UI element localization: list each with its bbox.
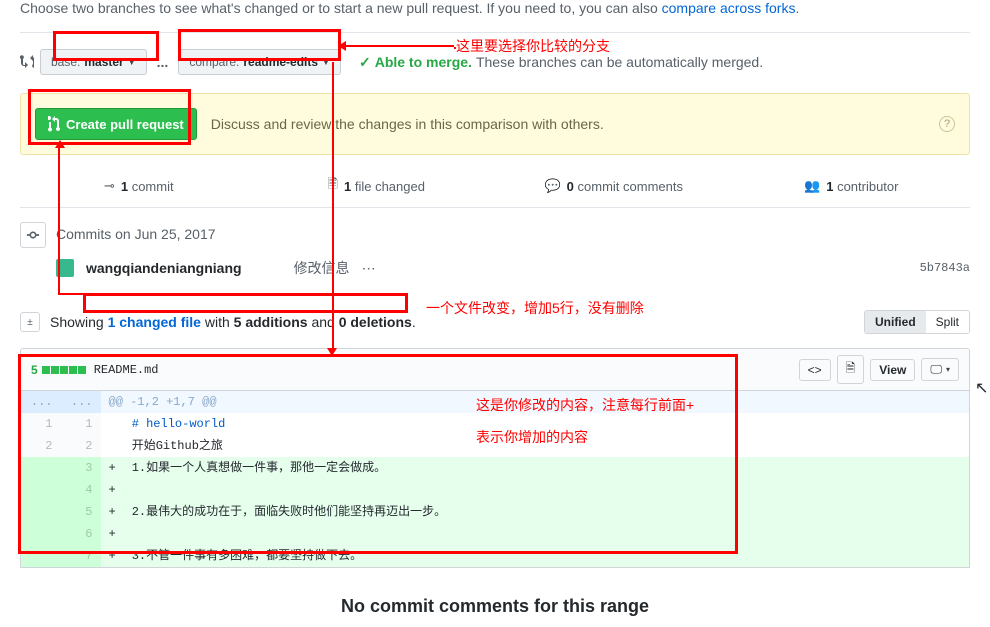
- split-toggle[interactable]: Split: [926, 311, 969, 333]
- caret-down-icon: ▼: [128, 58, 136, 67]
- pr-icon: [48, 116, 60, 132]
- pr-banner: Create pull request Discuss and review t…: [20, 93, 970, 155]
- compare-icon: [20, 53, 34, 72]
- commit-author[interactable]: wangqiandeniangniang: [86, 260, 242, 276]
- stat-contributors[interactable]: 👥 1 contributor: [733, 165, 971, 207]
- commit-message[interactable]: 修改信息: [294, 258, 350, 278]
- create-pr-button[interactable]: Create pull request: [35, 108, 197, 140]
- file-icon: 🗎: [328, 175, 338, 197]
- commit-hash[interactable]: 5b7843a: [920, 261, 970, 275]
- caret-down-icon: ▼: [322, 58, 330, 67]
- help-icon[interactable]: ?: [939, 116, 955, 132]
- source-view-icon[interactable]: <>: [799, 359, 831, 381]
- commit-timeline-icon: [20, 222, 46, 248]
- diff-line-add: 5+2.最伟大的成功在于，面临失败时他们能坚持再迈出一步。: [21, 501, 970, 523]
- merge-desc-text: These branches can be automatically merg…: [476, 54, 763, 70]
- avatar[interactable]: [56, 259, 74, 277]
- annotation-arrow: [58, 293, 83, 295]
- compare-row: base: master ▼ ... compare: readme-edits…: [20, 32, 970, 93]
- file-diffstat-count: 5: [31, 363, 38, 377]
- commit-ellipsis[interactable]: ⋯: [362, 260, 376, 277]
- view-file-button[interactable]: View: [870, 359, 915, 381]
- check-icon: ✓: [359, 54, 371, 71]
- people-icon: 👥: [804, 178, 820, 194]
- commit-icon-small: ⊸: [104, 178, 115, 194]
- display-icon[interactable]: 🖵 ▾: [921, 358, 959, 381]
- banner-desc: Discuss and review the changes in this c…: [211, 116, 604, 132]
- compare-forks-link[interactable]: compare across forks: [662, 0, 796, 16]
- diff-icon: ±: [20, 312, 40, 332]
- base-branch-button[interactable]: base: master ▼: [40, 49, 147, 75]
- diff-line-add: 7+3.不管一件事有多困难，都要坚持做下去。: [21, 545, 970, 568]
- commit-row: wangqiandeniangniang 修改信息 ⋯ 5b7843a: [20, 248, 970, 288]
- diff-line-add: 3+1.如果一个人真想做一件事，那他一定会做成。: [21, 457, 970, 479]
- stats-bar: ⊸ 1 commit 🗎 1 file changed 💬 0 commit c…: [20, 165, 970, 208]
- unified-toggle[interactable]: Unified: [865, 311, 926, 333]
- diff-line-add: 6+: [21, 523, 970, 545]
- diff-line: 11# hello-world: [21, 413, 970, 435]
- rendered-view-icon[interactable]: 🗎: [837, 355, 865, 384]
- diff-line-add: 4+: [21, 479, 970, 501]
- comment-icon: 💬: [544, 178, 560, 194]
- cursor-icon: ↖: [975, 378, 988, 398]
- hunk-header: ......@@ -1,2 +1,7 @@: [21, 391, 970, 413]
- diff-line: 22开始Github之旅: [21, 435, 970, 457]
- showing-row: ± Showing 1 changed file with 5 addition…: [20, 310, 970, 334]
- stat-comments[interactable]: 💬 0 commit comments: [495, 165, 733, 207]
- stat-files[interactable]: 🗎 1 file changed: [258, 165, 496, 207]
- diff-view-toggle: Unified Split: [864, 310, 970, 334]
- able-to-merge-text: Able to merge.: [375, 54, 472, 70]
- diffstat-blocks: [42, 366, 86, 374]
- changed-file-link[interactable]: 1 changed file: [108, 314, 201, 330]
- ellipsis-icon: ...: [157, 54, 169, 70]
- compare-branch-button[interactable]: compare: readme-edits ▼: [178, 49, 341, 75]
- diff-table: ......@@ -1,2 +1,7 @@ 11# hello-world 22…: [20, 391, 970, 568]
- intro-text: Choose two branches to see what's change…: [20, 0, 970, 16]
- stat-commits[interactable]: ⊸ 1 commit: [20, 165, 258, 207]
- file-name[interactable]: README.md: [94, 363, 159, 377]
- file-header: 5 README.md <> 🗎 View 🖵 ▾: [20, 348, 970, 391]
- commits-date: Commits on Jun 25, 2017: [56, 222, 216, 242]
- no-comments-heading: No commit comments for this range: [20, 568, 970, 627]
